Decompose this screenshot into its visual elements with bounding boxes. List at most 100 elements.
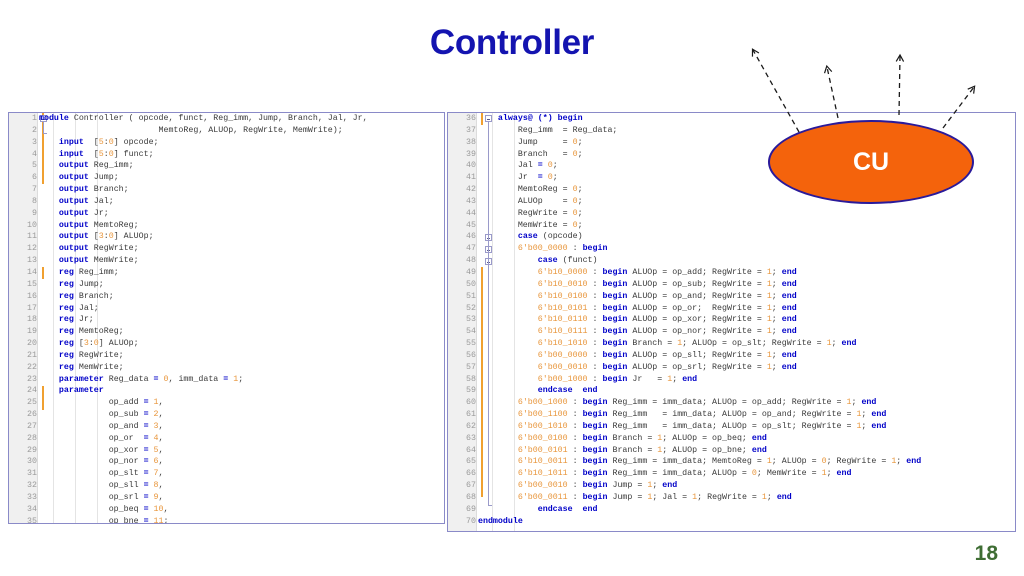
code-line: 61 6'b00_1100 : begin Reg_imm = imm_data… (448, 409, 1015, 421)
code-text: 6'b10_0110 : begin ALUOp = op_xor; RegWr… (537, 315, 797, 325)
line-number: 37 (466, 125, 476, 135)
code-text: op_xor = 5, (39, 445, 164, 455)
code-text: 6'b10_1011 : begin Reg_imm = imm_data; A… (517, 469, 852, 479)
code-line: 2 MemtoReg, ALUOp, RegWrite, MemWrite); (9, 125, 444, 137)
code-line: 45 MemWrite = 0; (448, 220, 1015, 232)
code-line: 64 6'b00_0101 : begin Branch = 1; ALUOp … (448, 445, 1015, 457)
code-text: op_srl = 9, (39, 493, 164, 502)
code-text: 6'b00_0000 : begin ALUOp = op_sll; RegWr… (537, 350, 797, 360)
code-text: 6'b00_0101 : begin Branch = 1; ALUOp = o… (517, 445, 767, 455)
code-line: 63 6'b00_0100 : begin Branch = 1; ALUOp … (448, 433, 1015, 445)
line-number: 15 (27, 279, 37, 289)
line-number: 47 (466, 244, 476, 254)
code-text: op_sll = 8, (39, 481, 164, 491)
code-line: 65 6'b10_0011 : begin Reg_imm = imm_data… (448, 456, 1015, 468)
line-number: 43 (466, 196, 476, 206)
code-editor-left[interactable]: 1 module Controller ( opcode, funct, Reg_… (9, 113, 444, 523)
line-number: 9 (32, 208, 37, 218)
code-line: 36 always@ (*) begin (448, 113, 1015, 125)
line-number: 64 (466, 445, 476, 455)
line-number: 55 (466, 339, 476, 349)
code-text: 6'b00_1000 : begin Reg_imm = imm_data; A… (517, 398, 877, 408)
code-text: output [3:0] ALUOp; (58, 232, 154, 242)
code-text: output Branch; (58, 185, 129, 195)
code-line: 8 output Jal; (9, 196, 444, 208)
code-text: parameter Reg_data = 0, imm_data = 1; (58, 374, 244, 384)
line-number: 70 (466, 516, 476, 526)
line-number: 7 (32, 185, 37, 195)
line-number: 51 (466, 291, 476, 301)
code-line: 67 6'b00_0010 : begin Jump = 1; end (448, 480, 1015, 492)
code-line: 19 reg MemtoReg; (9, 326, 444, 338)
code-line: 28 op_or = 4, (9, 433, 444, 445)
line-number: 42 (466, 185, 476, 195)
code-text: op_nor = 6, (39, 457, 164, 467)
code-line: 14 reg Reg_imm; (9, 267, 444, 279)
code-text: 6'b00_0100 : begin Branch = 1; ALUOp = o… (517, 433, 767, 443)
line-number: 25 (27, 398, 37, 408)
line-number: 22 (27, 362, 37, 372)
code-line: 22 reg MemWrite; (9, 362, 444, 374)
code-line: 9 output Jr; (9, 208, 444, 220)
line-number: 69 (466, 504, 476, 514)
code-text: output Jal; (58, 196, 114, 206)
code-lines-left: 1 module Controller ( opcode, funct, Reg_… (9, 113, 444, 523)
code-text: 6'b00_0000 : begin (517, 244, 608, 254)
code-line: 62 6'b00_1010 : begin Reg_imm = imm_data… (448, 421, 1015, 433)
code-line: 29 op_xor = 5, (9, 445, 444, 457)
line-number: 48 (466, 256, 476, 266)
code-text: Branch = 0; (478, 149, 583, 159)
code-text: output Reg_imm; (58, 161, 134, 171)
code-line: 55 6'b10_1010 : begin Branch = 1; ALUOp … (448, 338, 1015, 350)
code-panel-left[interactable]: 1 module Controller ( opcode, funct, Reg_… (8, 112, 445, 524)
code-text: input [5:0] opcode; (58, 137, 159, 147)
code-line: 44 RegWrite = 0; (448, 208, 1015, 220)
line-number: 19 (27, 327, 37, 337)
code-text: reg Branch; (58, 291, 114, 301)
code-text: op_slt = 7, (39, 469, 164, 479)
code-text: MemtoReg, ALUOp, RegWrite, MemWrite); (39, 125, 343, 135)
code-text: 6'b10_0100 : begin ALUOp = op_and; RegWr… (537, 291, 797, 301)
line-number: 40 (466, 161, 476, 171)
code-line: 11 output [3:0] ALUOp; (9, 231, 444, 243)
code-text: 6'b00_0011 : begin Jump = 1; Jal = 1; Re… (517, 493, 792, 502)
code-line: 60 6'b00_1000 : begin Reg_imm = imm_data… (448, 397, 1015, 409)
code-text: reg Reg_imm; (58, 267, 119, 277)
code-text: 6'b00_1010 : begin Reg_imm = imm_data; A… (517, 421, 887, 431)
code-line: 49 6'b10_0000 : begin ALUOp = op_add; Re… (448, 267, 1015, 279)
cu-node[interactable]: CU (768, 120, 974, 204)
code-text: reg MemWrite; (58, 362, 124, 372)
code-text: Jr = 0; (478, 173, 558, 183)
code-text: Reg_imm = Reg_data; (478, 125, 618, 135)
code-text: ALUOp = 0; (478, 196, 583, 206)
code-text: input [5:0] funct; (58, 149, 154, 159)
code-text: endmodule (478, 516, 523, 526)
cu-node-label: CU (852, 147, 890, 176)
code-line: 4 input [5:0] funct; (9, 149, 444, 161)
code-text: op_add = 1, (39, 398, 164, 408)
code-line: 50 6'b10_0010 : begin ALUOp = op_sub; Re… (448, 279, 1015, 291)
code-line: 59 endcase end (448, 385, 1015, 397)
code-text: always@ (*) begin (497, 114, 583, 123)
code-text: case (funct) (537, 256, 598, 266)
code-text: 6'b10_0111 : begin ALUOp = op_nor; RegWr… (537, 327, 797, 337)
line-number: 36 (466, 114, 476, 123)
page-title: Controller (429, 23, 595, 62)
line-number: 1 (32, 114, 37, 123)
line-number: 54 (466, 327, 476, 337)
code-line: 66 6'b10_1011 : begin Reg_imm = imm_data… (448, 468, 1015, 480)
code-line: 30 op_nor = 6, (9, 456, 444, 468)
code-text: op_or = 4, (39, 433, 164, 443)
code-text: 6'b10_0101 : begin ALUOp = op_or; RegWri… (537, 303, 797, 313)
code-text: reg Jr; (58, 315, 94, 325)
code-text: MemWrite = 0; (478, 220, 583, 230)
code-line: 23 parameter Reg_data = 0, imm_data = 1; (9, 374, 444, 386)
code-text: endcase end (537, 386, 598, 396)
line-number: 29 (27, 445, 37, 455)
line-number: 56 (466, 350, 476, 360)
code-text: reg RegWrite; (58, 350, 124, 360)
line-number: 62 (466, 421, 476, 431)
code-line: 32 op_sll = 8, (9, 480, 444, 492)
code-text: op_and = 3, (39, 421, 164, 431)
code-line: 48 case (funct) (448, 255, 1015, 267)
